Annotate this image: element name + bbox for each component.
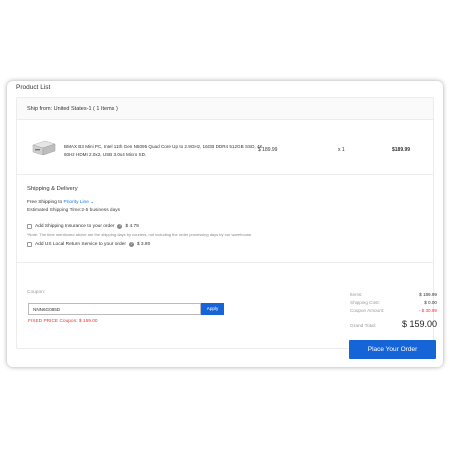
shipping-cost-value: $ 0.00 <box>424 300 437 305</box>
insurance-label: Add Shipping Insurance to your order <box>35 224 115 229</box>
shipping-to-text: to <box>56 200 64 205</box>
shipping-method: Free Shipping to Priority Line ⌄ <box>27 200 94 205</box>
page-title: Product List <box>16 84 51 91</box>
return-service-option: Add US Local Return Service to your orde… <box>27 242 150 247</box>
insurance-price: $ 4.79 <box>125 224 139 229</box>
table-row: BMAX B3 Mini PC, Intel 11th Gen N5095 Qu… <box>17 120 433 175</box>
shipping-cost-label: Shipping Cost: <box>350 300 380 305</box>
grand-total-label: Grand Total: <box>350 324 377 329</box>
summary-shipping: Shipping Cost: $ 0.00 <box>350 300 437 305</box>
free-shipping-label: Free Shipping <box>27 200 57 205</box>
grand-total-value: $ 159.00 <box>402 319 438 329</box>
shipping-method-dropdown[interactable]: Priority Line <box>64 200 89 205</box>
apply-coupon-button[interactable]: Apply <box>201 303 224 315</box>
items-label: Items: <box>350 292 363 297</box>
coupon-input[interactable] <box>28 303 201 315</box>
coupon-amount-label: Coupon Amount: <box>350 308 385 313</box>
product-list-card: Product List Ship from: United States-1 … <box>7 81 443 367</box>
return-service-checkbox[interactable] <box>27 242 32 247</box>
items-value: $ 189.99 <box>419 292 437 297</box>
place-order-button[interactable]: Place Your Order <box>349 340 436 359</box>
insurance-option: Add Shipping Insurance to your order ? $… <box>27 224 139 229</box>
coupon-label: Coupon: <box>27 290 46 295</box>
product-thumbnail[interactable] <box>31 138 57 158</box>
section-divider <box>17 262 433 263</box>
estimated-shipping-time: Estimated Shipping Time:2-5 business day… <box>27 208 121 213</box>
chevron-down-icon[interactable]: ⌄ <box>90 200 94 205</box>
return-service-label: Add US Local Return Service to your orde… <box>35 242 126 247</box>
insurance-checkbox[interactable] <box>27 224 32 229</box>
shipping-note: *Note: The time mentioned above are the … <box>27 232 253 237</box>
product-price: $ 189.99 <box>258 147 278 153</box>
shipping-section-title: Shipping & Delivery <box>27 186 78 192</box>
ship-from-header: Ship from: United States-1 ( 1 Items ) <box>17 98 433 120</box>
summary-coupon: Coupon Amount: - $ 30.99 <box>350 308 437 313</box>
product-quantity: x 1 <box>338 147 345 153</box>
product-name[interactable]: BMAX B3 Mini PC, Intel 11th Gen N5095 Qu… <box>64 143 264 158</box>
coupon-message: FIXED PRICE Coupon: $ 159.00 <box>28 319 98 324</box>
summary-items: Items: $ 189.99 <box>350 292 437 297</box>
return-service-price: $ 3.80 <box>136 242 151 247</box>
question-icon[interactable]: ? <box>128 242 134 247</box>
product-subtotal: $189.99 <box>392 147 411 153</box>
question-icon[interactable]: ? <box>117 224 123 229</box>
coupon-amount-value: - $ 30.99 <box>418 308 437 313</box>
